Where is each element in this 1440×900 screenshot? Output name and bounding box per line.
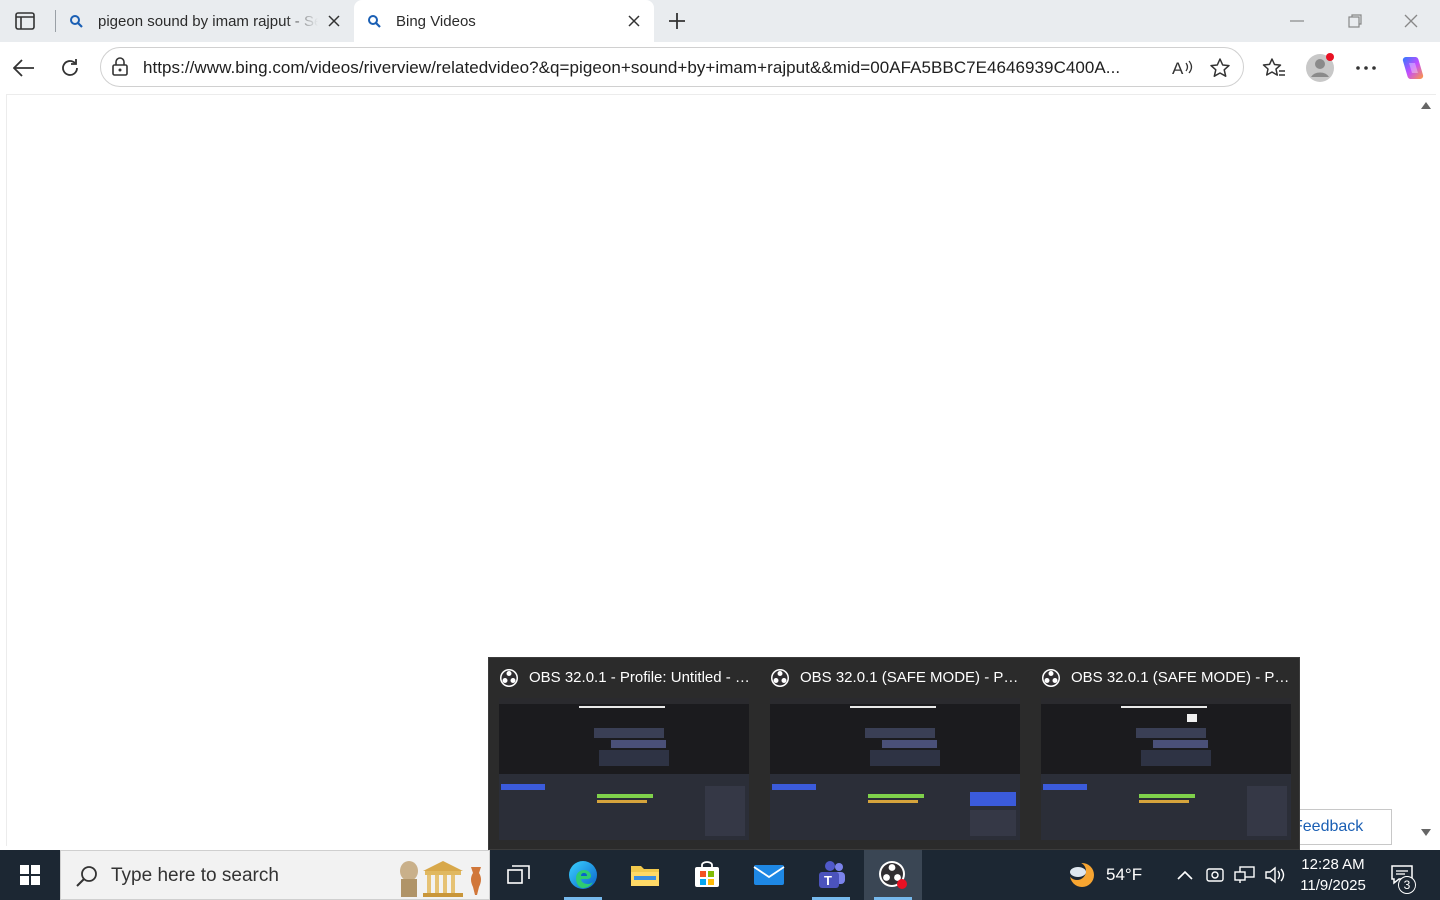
teams-icon: T: [819, 861, 845, 888]
clock-time: 12:28 AM: [1301, 856, 1365, 873]
window-snapshot: [499, 698, 749, 840]
file-explorer-taskbar-button[interactable]: [616, 850, 674, 900]
windows-logo-icon: [20, 865, 40, 885]
lock-icon[interactable]: [109, 56, 131, 78]
edge-icon: [569, 861, 597, 889]
new-tab-button[interactable]: [662, 6, 692, 36]
back-button[interactable]: [8, 52, 40, 84]
store-icon: [695, 861, 719, 887]
window-snapshot: [770, 698, 1020, 840]
favorites-icon: [1262, 58, 1285, 76]
search-highlight-illustration-icon: [400, 861, 481, 897]
volume-button[interactable]: [1260, 850, 1290, 900]
svg-text:T: T: [824, 873, 832, 888]
system-clock[interactable]: 12:28 AM 11/9/2025: [1296, 854, 1370, 898]
show-hidden-icons-button[interactable]: [1170, 850, 1200, 900]
refresh-icon: [62, 59, 78, 76]
more-dots-icon: [1356, 66, 1376, 70]
meet-now-button[interactable]: [1200, 850, 1230, 900]
minimize-icon: [1290, 20, 1304, 22]
taskbar-search-box[interactable]: Type here to search: [60, 850, 490, 900]
tab-title: Bing Videos: [396, 12, 476, 30]
search-placeholder: Type here to search: [111, 865, 279, 886]
obs-window-thumbnail[interactable]: OBS 32.0.1 - Profile: Untitled - S...: [489, 658, 753, 851]
read-aloud-icon[interactable]: A: [1169, 55, 1195, 81]
network-button[interactable]: [1230, 850, 1260, 900]
task-view-icon: [507, 865, 530, 884]
scroll-down-arrow-icon[interactable]: [1420, 828, 1432, 838]
network-icon: [1234, 866, 1255, 883]
favorites-button[interactable]: [1258, 52, 1290, 84]
start-button[interactable]: [0, 850, 60, 900]
thumbnail-title: OBS 32.0.1 (SAFE MODE) - Profi...: [1071, 669, 1293, 686]
favorite-star-icon[interactable]: [1207, 55, 1233, 81]
minimize-button[interactable]: [1268, 0, 1326, 42]
close-window-button[interactable]: [1382, 0, 1440, 42]
close-tab-icon[interactable]: [624, 11, 644, 31]
restore-button[interactable]: [1326, 0, 1384, 42]
tab-strip: pigeon sound by imam rajput - Search Bin…: [0, 0, 1440, 42]
obs-window-thumbnail[interactable]: OBS 32.0.1 (SAFE MODE) - Profi...: [760, 658, 1024, 851]
camera-icon: [1206, 868, 1224, 882]
copilot-button[interactable]: [1396, 52, 1428, 84]
teams-taskbar-button[interactable]: T: [802, 850, 860, 900]
url-text[interactable]: https://www.bing.com/videos/riverview/re…: [143, 58, 1163, 78]
settings-more-button[interactable]: [1350, 52, 1382, 84]
obs-icon: [771, 669, 789, 687]
obs-taskbar-button[interactable]: [864, 850, 922, 900]
weather-cloudy-moon-icon: [1068, 862, 1094, 887]
scroll-up-arrow-icon[interactable]: [1420, 100, 1432, 110]
mail-taskbar-button[interactable]: [740, 850, 798, 900]
weather-widget[interactable]: 54°F: [1066, 850, 1160, 900]
clock-date: 11/9/2025: [1300, 877, 1366, 894]
task-view-button[interactable]: [490, 850, 548, 900]
obs-icon: [1042, 669, 1060, 687]
tab-actions-icon: [15, 12, 35, 30]
profile-button[interactable]: [1304, 52, 1336, 84]
speaker-icon: [1265, 866, 1285, 884]
browser-toolbar: https://www.bing.com/videos/riverview/re…: [0, 42, 1440, 94]
search-icon: [76, 866, 97, 887]
close-icon: [1404, 14, 1418, 28]
tab-bing-videos[interactable]: Bing Videos: [354, 0, 654, 42]
tab-actions-button[interactable]: [8, 6, 42, 36]
close-tab-icon[interactable]: [324, 11, 344, 31]
thumbnail-title: OBS 32.0.1 (SAFE MODE) - Profi...: [800, 669, 1022, 686]
folder-icon: [631, 866, 659, 886]
avatar-icon: [1306, 53, 1334, 82]
thumbnail-title: OBS 32.0.1 - Profile: Untitled - S...: [529, 669, 751, 686]
search-icon: [68, 13, 84, 29]
microsoft-store-taskbar-button[interactable]: [678, 850, 736, 900]
edge-taskbar-button[interactable]: [554, 850, 612, 900]
refresh-button[interactable]: [54, 52, 86, 84]
obs-icon: [500, 669, 518, 687]
svg-text:A: A: [1172, 59, 1184, 78]
obs-icon: [879, 861, 907, 889]
weather-temperature: 54°F: [1106, 865, 1143, 884]
tab-search[interactable]: pigeon sound by imam rajput - Search: [58, 0, 354, 42]
windows-taskbar: Type here to search T 54°F 12:28 AM 11/9…: [0, 850, 1440, 900]
obs-window-thumbnail[interactable]: OBS 32.0.1 (SAFE MODE) - Profi...: [1031, 658, 1295, 851]
window-snapshot: [1041, 698, 1291, 840]
search-icon: [366, 13, 382, 29]
tab-title: pigeon sound by imam rajput - Search: [98, 12, 318, 30]
plus-icon: [669, 13, 685, 29]
tab-separator: [55, 10, 56, 32]
address-bar[interactable]: https://www.bing.com/videos/riverview/re…: [100, 47, 1244, 87]
restore-icon: [1348, 14, 1362, 28]
chevron-up-icon: [1177, 870, 1193, 880]
notification-count-badge: 3: [1398, 876, 1416, 894]
taskbar-thumbnail-preview: OBS 32.0.1 - Profile: Untitled - S... OB…: [488, 657, 1300, 850]
mail-icon: [753, 865, 785, 885]
back-arrow-icon: [13, 59, 34, 77]
copilot-icon: [1402, 57, 1424, 79]
